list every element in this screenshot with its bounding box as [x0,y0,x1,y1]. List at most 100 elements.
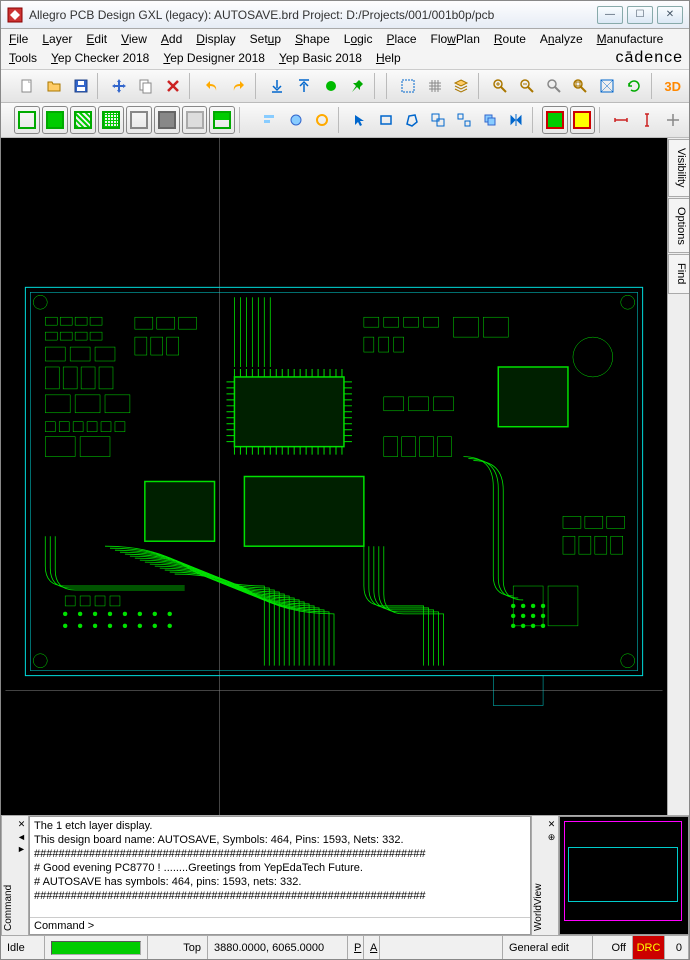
status-a[interactable]: A [364,936,380,959]
anchor-down-button[interactable] [265,73,290,99]
layer-outline-button[interactable] [14,106,40,134]
menu-route[interactable]: Route [492,31,528,47]
menubar: File Layer Edit View Add Display Setup S… [1,29,689,70]
menu-help[interactable]: Help [374,50,403,66]
tab-options[interactable]: Options [668,198,689,254]
menu-tools[interactable]: Tools [7,50,39,66]
pcb-canvas[interactable] [1,138,667,815]
rect-tool-button[interactable] [374,107,398,133]
dim-v-button[interactable] [635,107,659,133]
layers-button[interactable] [449,73,474,99]
mirror-button[interactable] [504,107,528,133]
align-left-button[interactable] [258,107,282,133]
pin-button[interactable] [345,73,370,99]
toolbar-separator [239,107,245,133]
zoom-region-button[interactable] [595,73,620,99]
poly-tool-button[interactable] [400,107,424,133]
toolbar-separator [532,107,538,133]
zoom-in-button[interactable] [488,73,513,99]
worldview-panel[interactable] [559,816,689,935]
save-file-button[interactable] [68,73,93,99]
new-file-button[interactable] [15,73,40,99]
delete-button[interactable] [161,73,186,99]
open-file-button[interactable] [41,73,66,99]
layer-hatch-button[interactable] [70,106,96,134]
menu-view[interactable]: View [119,31,149,47]
zoom-window-button[interactable] [568,73,593,99]
menu-display[interactable]: Display [194,31,237,47]
menu-flowplan[interactable]: FlowPlan [429,31,482,47]
layer-cross-button[interactable] [98,106,124,134]
bottom-panel: Command ✕ ◄ ► The 1 etch layer display. … [1,815,689,935]
status-snap[interactable]: Off [593,936,633,959]
menu-place[interactable]: Place [384,31,418,47]
highlight-a-button[interactable] [542,106,568,134]
grid-button[interactable] [422,73,447,99]
command-area: The 1 etch layer display. This design bo… [29,816,531,935]
status-progress [45,936,148,959]
highlight-b-button[interactable] [570,106,596,134]
zoom-out-button[interactable] [514,73,539,99]
zoom-fit-button[interactable] [541,73,566,99]
command-log: The 1 etch layer display. This design bo… [30,817,530,917]
toolbar-separator [478,73,484,99]
scroll-right-icon[interactable]: ► [17,844,26,854]
align-right-button[interactable] [310,107,334,133]
tab-find[interactable]: Find [668,254,689,293]
menu-analyze[interactable]: Analyze [538,31,585,47]
menu-setup[interactable]: Setup [248,31,283,47]
arrow-tool-button[interactable] [348,107,372,133]
minimize-button[interactable]: — [597,6,623,24]
status-layer[interactable]: Top [148,936,208,959]
command-input[interactable]: Command > [30,917,530,934]
copy-button[interactable] [134,73,159,99]
menu-add[interactable]: Add [159,31,184,47]
menu-yep-basic[interactable]: Yep Basic 2018 [277,50,364,66]
close-panel-icon[interactable]: ✕ [548,819,556,830]
titlebar: Allegro PCB Design GXL (legacy): AUTOSAV… [1,1,689,29]
refresh-button[interactable] [622,73,647,99]
layer-dim-button[interactable] [126,106,152,134]
layer-off-button[interactable] [182,106,208,134]
pcb-drawing [1,138,667,815]
view-3d-button[interactable]: 3D [660,73,685,99]
flag-button[interactable] [318,73,343,99]
tab-visibility[interactable]: Visibility [668,139,689,197]
status-drc[interactable]: DRC [633,936,665,959]
close-button[interactable]: ✕ [657,6,683,24]
toolbar-separator [374,73,380,99]
menu-yep-designer[interactable]: Yep Designer 2018 [161,50,267,66]
status-mode[interactable]: General edit [503,936,593,959]
toolbar-separator [386,73,392,99]
menu-yep-checker[interactable]: Yep Checker 2018 [49,50,151,66]
move-button[interactable] [107,73,132,99]
layer-grey-button[interactable] [154,106,180,134]
window-title: Allegro PCB Design GXL (legacy): AUTOSAV… [29,8,597,22]
toolbar-separator [599,107,605,133]
copy-shape-button[interactable] [478,107,502,133]
redo-button[interactable] [226,73,251,99]
align-center-button[interactable] [284,107,308,133]
status-p[interactable]: P [348,936,364,959]
menu-manufacture[interactable]: Manufacture [595,31,666,47]
pin-panel-icon[interactable]: ⊕ [548,832,556,843]
scroll-left-icon[interactable]: ◄ [17,832,26,842]
group-tool-button[interactable] [426,107,450,133]
maximize-button[interactable]: ☐ [627,6,653,24]
layer-alt-button[interactable] [209,106,235,134]
ungroup-tool-button[interactable] [452,107,476,133]
menu-edit[interactable]: Edit [84,31,109,47]
menu-layer[interactable]: Layer [40,31,74,47]
dim-both-button[interactable] [661,107,685,133]
layer-fill-button[interactable] [42,106,68,134]
menu-logic[interactable]: Logic [342,31,375,47]
toolbar-main: 3D [1,70,689,103]
log-line: ########################################… [34,847,526,861]
dim-h-button[interactable] [609,107,633,133]
select-box-button[interactable] [395,73,420,99]
close-panel-icon[interactable]: ✕ [18,819,26,830]
anchor-up-button[interactable] [291,73,316,99]
undo-button[interactable] [199,73,224,99]
menu-file[interactable]: File [7,31,30,47]
menu-shape[interactable]: Shape [293,31,332,47]
